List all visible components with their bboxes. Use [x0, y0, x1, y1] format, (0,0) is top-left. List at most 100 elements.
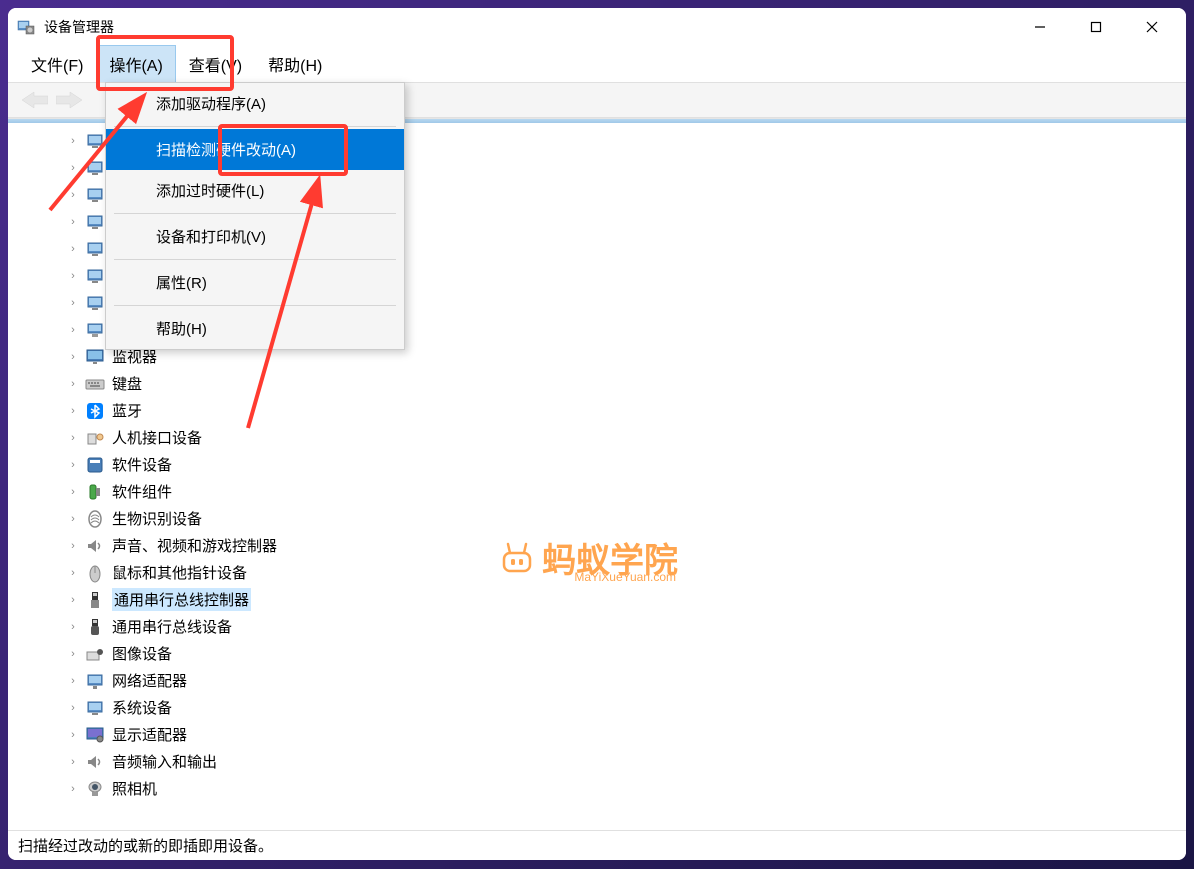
tree-row[interactable]: › 网络适配器	[8, 667, 1186, 694]
tree-row[interactable]: ›显示适配器	[8, 721, 1186, 748]
usb-controller-icon	[84, 589, 106, 611]
dropdown-help[interactable]: 帮助(H)	[106, 308, 404, 349]
tree-row[interactable]: › 蓝牙	[8, 397, 1186, 424]
chevron-right-icon[interactable]: ›	[66, 701, 80, 715]
minimize-button[interactable]	[1012, 8, 1068, 46]
chevron-right-icon[interactable]: ›	[66, 215, 80, 229]
window-title: 设备管理器	[44, 17, 114, 37]
chevron-right-icon[interactable]: ›	[66, 242, 80, 256]
maximize-button[interactable]	[1068, 8, 1124, 46]
nav-forward-button	[52, 85, 86, 115]
close-button[interactable]	[1124, 8, 1180, 46]
status-text: 扫描经过改动的或新的即插即用设备。	[18, 835, 273, 856]
device-label: 通用串行总线设备	[112, 616, 232, 637]
titlebar: 设备管理器	[8, 8, 1186, 46]
chevron-right-icon[interactable]: ›	[66, 269, 80, 283]
device-label: 软件设备	[112, 454, 172, 475]
tree-row[interactable]: › 系统设备	[8, 694, 1186, 721]
tree-row[interactable]: › 通用串行总线控制器	[8, 586, 1186, 613]
device-icon	[84, 265, 106, 287]
chevron-right-icon[interactable]: ›	[66, 728, 80, 742]
chevron-right-icon[interactable]: ›	[66, 134, 80, 148]
tree-row[interactable]: › 图像设备	[8, 640, 1186, 667]
dropdown-add-driver[interactable]: 添加驱动程序(A)	[106, 83, 404, 124]
menu-action[interactable]: 操作(A)	[96, 45, 175, 83]
dropdown-add-legacy[interactable]: 添加过时硬件(L)	[106, 170, 404, 211]
tree-row[interactable]: › 鼠标和其他指针设备	[8, 559, 1186, 586]
tree-row[interactable]: › 照相机	[8, 775, 1186, 802]
mouse-icon	[84, 562, 106, 584]
device-label: 网络适配器	[112, 670, 187, 691]
tree-row[interactable]: › 软件组件	[8, 478, 1186, 505]
device-label: 通用串行总线控制器	[112, 588, 251, 611]
monitor-icon	[84, 346, 106, 368]
menu-view[interactable]: 查看(V)	[176, 45, 255, 83]
tree-row[interactable]: › 声音、视频和游戏控制器	[8, 532, 1186, 559]
device-label: 照相机	[112, 778, 157, 799]
tree-row[interactable]: › 软件设备	[8, 451, 1186, 478]
hid-icon	[84, 427, 106, 449]
chevron-right-icon[interactable]: ›	[66, 404, 80, 418]
chevron-right-icon[interactable]: ›	[66, 755, 80, 769]
menubar: 文件(F) 操作(A) 查看(V) 帮助(H)	[8, 46, 1186, 82]
camera-icon	[84, 778, 106, 800]
device-icon	[84, 184, 106, 206]
chevron-right-icon[interactable]: ›	[66, 296, 80, 310]
tree-row[interactable]: › 通用串行总线设备	[8, 613, 1186, 640]
chevron-right-icon[interactable]: ›	[66, 566, 80, 580]
device-icon	[84, 157, 106, 179]
dropdown-properties[interactable]: 属性(R)	[106, 262, 404, 303]
dropdown-scan-hardware[interactable]: 扫描检测硬件改动(A)	[106, 129, 404, 170]
nav-back-button	[18, 85, 52, 115]
software-icon	[84, 454, 106, 476]
device-icon	[84, 130, 106, 152]
device-icon	[84, 238, 106, 260]
device-label: 键盘	[112, 373, 142, 394]
menu-file[interactable]: 文件(F)	[18, 45, 96, 83]
bluetooth-icon	[84, 400, 106, 422]
keyboard-icon	[84, 373, 106, 395]
chevron-right-icon[interactable]: ›	[66, 350, 80, 364]
system-icon	[84, 697, 106, 719]
imaging-icon	[84, 643, 106, 665]
chevron-right-icon[interactable]: ›	[66, 620, 80, 634]
device-label: 鼠标和其他指针设备	[112, 562, 247, 583]
tree-row[interactable]: › 键盘	[8, 370, 1186, 397]
chevron-right-icon[interactable]: ›	[66, 593, 80, 607]
chevron-right-icon[interactable]: ›	[66, 539, 80, 553]
chevron-right-icon[interactable]: ›	[66, 323, 80, 337]
chevron-right-icon[interactable]: ›	[66, 647, 80, 661]
statusbar: 扫描经过改动的或新的即插即用设备。	[8, 830, 1186, 860]
chevron-right-icon[interactable]: ›	[66, 377, 80, 391]
display-icon	[84, 724, 106, 746]
usb-device-icon	[84, 616, 106, 638]
device-label: 声音、视频和游戏控制器	[112, 535, 277, 556]
network-icon	[84, 670, 106, 692]
device-manager-window: 设备管理器 文件(F) 操作(A) 查看(V) 帮助(H) ››››››››计算…	[8, 8, 1186, 860]
tree-row[interactable]: ›音频输入和输出	[8, 748, 1186, 775]
chevron-right-icon[interactable]: ›	[66, 458, 80, 472]
tree-row[interactable]: ›人机接口设备	[8, 424, 1186, 451]
app-icon	[16, 17, 36, 37]
computer-icon	[84, 319, 106, 341]
chevron-right-icon[interactable]: ›	[66, 485, 80, 499]
tree-row[interactable]: › 生物识别设备	[8, 505, 1186, 532]
chevron-right-icon[interactable]: ›	[66, 188, 80, 202]
device-label: 蓝牙	[112, 400, 142, 421]
component-icon	[84, 481, 106, 503]
device-label: 图像设备	[112, 643, 172, 664]
chevron-right-icon[interactable]: ›	[66, 431, 80, 445]
audio-icon	[84, 535, 106, 557]
chevron-right-icon[interactable]: ›	[66, 161, 80, 175]
dropdown-devices-printers[interactable]: 设备和打印机(V)	[106, 216, 404, 257]
menu-help[interactable]: 帮助(H)	[255, 45, 335, 83]
chevron-right-icon[interactable]: ›	[66, 782, 80, 796]
chevron-right-icon[interactable]: ›	[66, 674, 80, 688]
device-icon	[84, 211, 106, 233]
device-label: 软件组件	[112, 481, 172, 502]
device-label: 系统设备	[112, 697, 172, 718]
action-dropdown: 添加驱动程序(A) 扫描检测硬件改动(A) 添加过时硬件(L) 设备和打印机(V…	[105, 82, 405, 350]
chevron-right-icon[interactable]: ›	[66, 512, 80, 526]
device-icon	[84, 292, 106, 314]
device-label: 生物识别设备	[112, 508, 202, 529]
